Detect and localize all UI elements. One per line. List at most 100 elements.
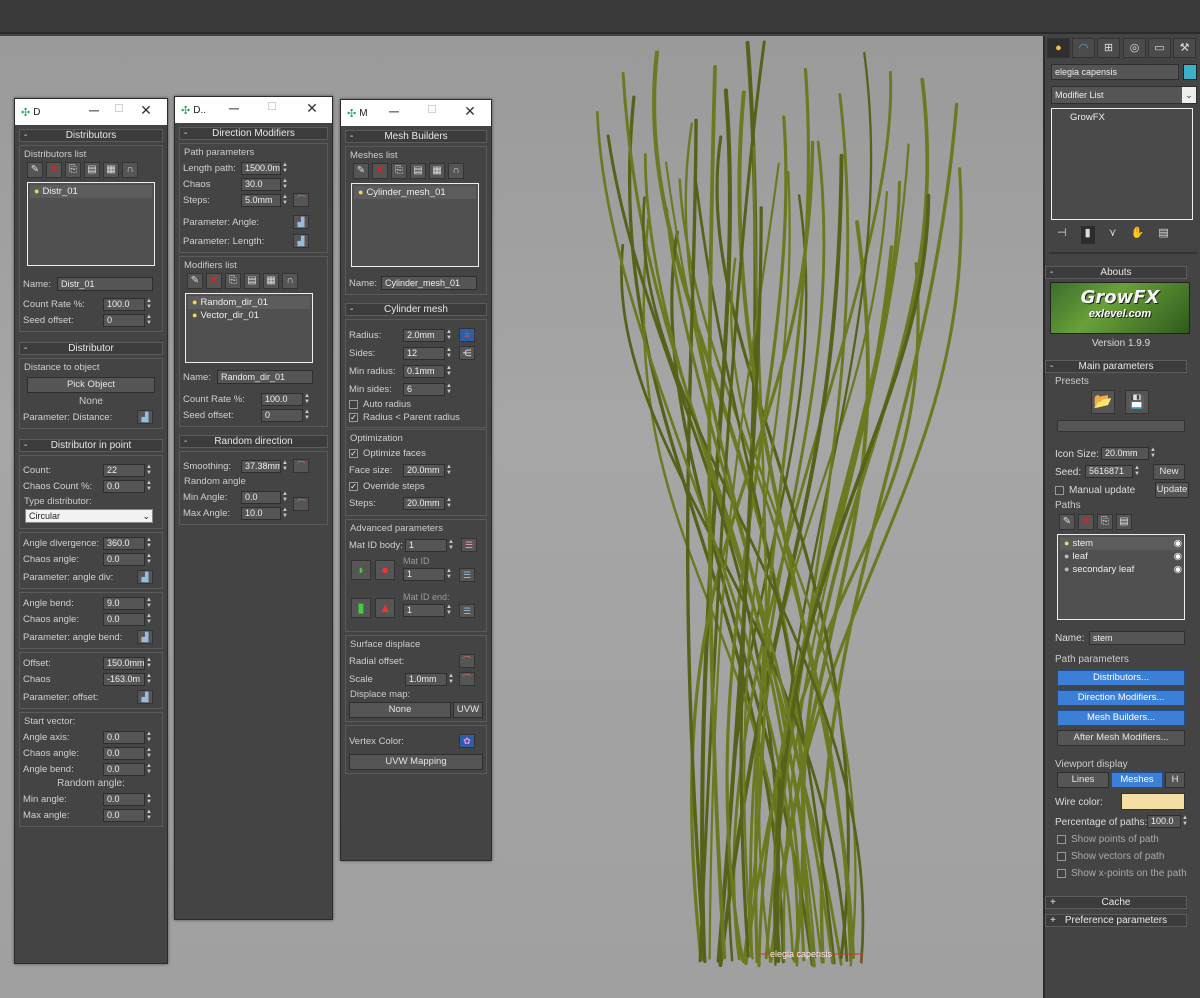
paste-path-icon[interactable]: ▤ [1116,514,1132,530]
spinner-arrows[interactable]: ▲ ▼ [445,464,453,477]
add-icon[interactable]: ✎ [27,162,43,178]
distributors-window[interactable]: ✣ D ─ ☐ ✕ - Distributors Distributors lis… [14,98,168,964]
chaos-angle-input[interactable]: 0.0 [103,552,145,566]
create-tab-icon[interactable]: ● [1047,38,1070,58]
direction-modifiers-button[interactable]: Direction Modifiers... [1057,690,1185,706]
face-size-input[interactable]: 20.0mm [403,463,445,477]
name-field[interactable]: Cylinder_mesh_01 [381,276,477,290]
type-distributor-select[interactable]: Circular ⌄ [25,509,153,523]
rollout-distributor-in-point[interactable]: - Distributor in point [19,439,163,452]
copy-icon[interactable]: ⎘ [391,163,407,179]
path-name-field[interactable]: stem [1089,631,1185,645]
motion-tab-icon[interactable]: ◎ [1123,38,1146,58]
max-angle-input[interactable]: 10.0 [241,506,281,520]
delete-path-icon[interactable]: ✕ [1078,514,1094,530]
graph-icon[interactable]: ▟ [137,630,153,644]
mat-end-cylinder-icon[interactable]: ▮ [351,598,371,618]
paths-listbox[interactable]: ● stem ◉ ● leaf ◉ ● secondary leaf ◉ [1057,534,1185,620]
spinner-arrows[interactable]: ▲ ▼ [303,409,311,422]
mat-id-end-input[interactable]: 1 [403,604,445,617]
modifier-list-dropdown[interactable]: Modifier List ⌄ [1051,86,1197,104]
hierarchy-tab-icon[interactable]: ⊞ [1097,38,1120,58]
eye-icon[interactable]: ◉ [1174,563,1182,576]
color-list-icon[interactable]: ☰ [459,568,475,582]
spinner-arrows[interactable]: ▲ ▼ [445,329,453,342]
chaos-count-input[interactable]: 0.0 [103,479,145,493]
close-icon[interactable]: ✕ [137,102,155,119]
list-item[interactable]: ● Vector_dir_01 [188,309,310,322]
mat-end-cone-icon[interactable]: ▲ [375,598,395,618]
maximize-icon[interactable]: ☐ [423,103,441,116]
delete-icon[interactable]: ✕ [46,162,62,178]
list-item[interactable]: ● Distr_01 [30,185,152,198]
spinner-arrows[interactable]: ▲ ▼ [445,604,453,617]
auto-radius-checkbox[interactable] [349,400,358,409]
lightbulb-icon[interactable]: ● [1064,550,1069,563]
offset-input[interactable]: 150.0mm [103,656,145,670]
lines-button[interactable]: Lines [1057,772,1109,788]
modifier-stack[interactable]: GrowFX [1051,108,1193,220]
color-wheel-icon[interactable]: ✿ [459,734,475,748]
sides-input[interactable]: 12 [403,346,445,360]
rollout-mesh-builders[interactable]: - Mesh Builders [345,130,487,143]
lightbulb-icon[interactable]: ● [358,186,363,199]
load-preset-icon[interactable]: 📂 [1091,390,1115,414]
radius-parent-checkbox[interactable]: ✓ [349,413,358,422]
min-angle-input[interactable]: 0.0 [241,490,281,504]
path-item[interactable]: ● stem ◉ [1060,537,1182,550]
rollout-direction-modifiers[interactable]: - Direction Modifiers [179,127,328,140]
color-list-icon[interactable]: ☰ [461,538,477,552]
spinner-arrows[interactable]: ▲ ▼ [445,383,453,396]
add-icon[interactable]: ✎ [187,273,203,289]
object-color-swatch[interactable] [1183,64,1197,80]
graph-icon[interactable]: ▟ [293,234,309,248]
name-field[interactable]: Distr_01 [57,277,153,291]
save-preset-icon[interactable]: 💾 [1125,390,1149,414]
uvw-button[interactable]: UVW [453,702,483,718]
name-field[interactable]: Random_dir_01 [217,370,313,384]
spinner-arrows[interactable]: ▲ ▼ [1133,465,1141,478]
mat-id-body-input[interactable]: 1 [405,538,447,552]
add-icon[interactable]: ✎ [353,163,369,179]
angle-bend-input[interactable]: 0.0 [103,762,145,776]
angle-bend-input[interactable]: 9.0 [103,596,145,610]
window-titlebar[interactable]: ✣ D ─ ☐ ✕ [15,99,167,125]
maximize-icon[interactable]: ☐ [263,100,281,113]
magnet-icon[interactable]: ∩ [448,163,464,179]
graph-icon[interactable]: ▟ [293,215,309,229]
spinner-arrows[interactable]: ▲ ▼ [145,809,153,822]
min-sides-input[interactable]: 6 [403,382,445,396]
meshes-listbox[interactable]: ● Cylinder_mesh_01 [351,183,479,267]
spinner-arrows[interactable]: ▲ ▼ [145,298,153,311]
spinner-arrows[interactable]: ▲ ▼ [281,491,289,504]
rollout-distributors[interactable]: - Distributors [19,129,163,142]
modify-tab-icon[interactable]: ◠ [1072,38,1095,58]
pick-object-button[interactable]: Pick Object [27,377,155,393]
chaos-angle-input[interactable]: 0.0 [103,746,145,760]
minimize-icon[interactable]: ─ [225,100,243,116]
seed-offset-input[interactable]: 0 [261,408,303,422]
graph-icon[interactable]: ▟ [137,410,153,424]
length-input[interactable]: 1500.0m [241,161,281,175]
max-angle-input[interactable]: 0.0 [103,808,145,822]
paste-icon[interactable]: ▤ [410,163,426,179]
window-titlebar[interactable]: ✣ D.. ─ ☐ ✕ [175,97,332,123]
percentage-input[interactable]: 100.0 [1147,815,1181,828]
spinner-arrows[interactable]: ▲ ▼ [445,365,453,378]
radius-curve-icon[interactable]: ≡ [459,328,475,342]
curve-icon[interactable]: ⌒ [459,654,475,668]
chaos-angle-input[interactable]: 0.0 [103,612,145,626]
icon-size-input[interactable]: 20.0mm [1101,447,1149,460]
spinner-arrows[interactable]: ▲ ▼ [281,178,289,191]
override-steps-checkbox[interactable]: ✓ [349,482,358,491]
rollout-random-direction[interactable]: - Random direction [179,435,328,448]
sides-curve-icon[interactable]: ⋲ [459,346,475,360]
distributors-button[interactable]: Distributors... [1057,670,1185,686]
curve-icon[interactable]: ⌒ [459,672,475,686]
lightbulb-icon[interactable]: ● [1064,563,1069,576]
utilities-tab-icon[interactable]: ⚒ [1173,38,1196,58]
chaos-input[interactable]: 30.0 [241,177,281,191]
update-button[interactable]: Update [1155,482,1189,498]
count-input[interactable]: 22 [103,463,145,477]
after-mesh-modifiers-button[interactable]: After Mesh Modifiers... [1057,730,1185,746]
